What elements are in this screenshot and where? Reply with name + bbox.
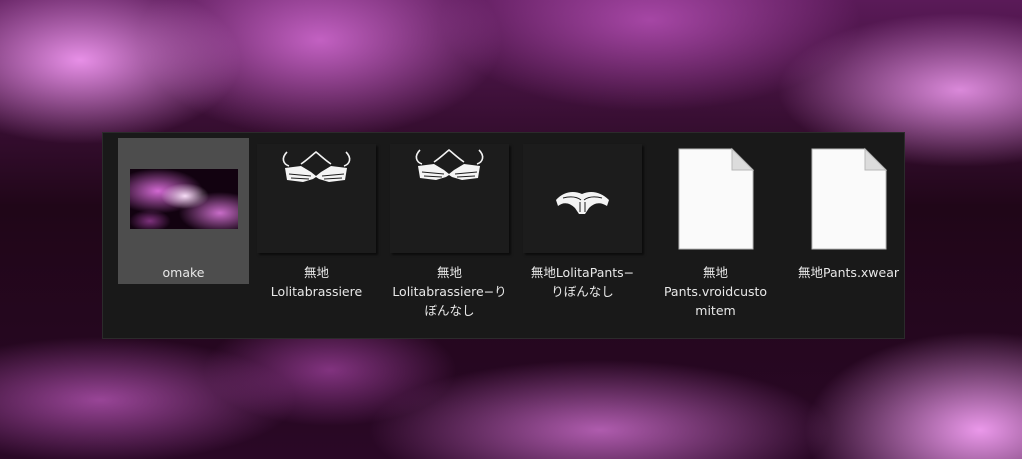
document-icon xyxy=(678,147,754,249)
file-item-label: 無地Pants.xwear xyxy=(797,265,900,280)
file-item-omake-folder[interactable]: omake xyxy=(118,138,249,284)
folder-thumbnail xyxy=(124,144,243,253)
texture-thumbnail xyxy=(523,144,642,253)
brassiere-thumbnail-icon xyxy=(415,148,484,180)
folder-preview-icon xyxy=(129,168,238,229)
file-item-pants-xwear[interactable]: 無地Pants.xwear xyxy=(783,138,914,334)
file-thumbnail xyxy=(656,144,775,253)
file-thumbnail xyxy=(789,144,908,253)
file-item-label: 無地 Lolitabrassiere−り ぼんなし xyxy=(392,265,507,318)
file-item-pants-vroidcustomitem[interactable]: 無地 Pants.vroidcusto mitem xyxy=(650,138,781,334)
file-item-label: 無地 Pants.vroidcusto mitem xyxy=(663,265,768,318)
texture-thumbnail xyxy=(390,144,509,253)
file-item-label: omake xyxy=(162,265,205,280)
document-icon xyxy=(811,147,887,249)
file-item-label: 無地 Lolitabrassiere xyxy=(270,265,363,299)
file-item-lolitabrassiere-noribbon[interactable]: 無地 Lolitabrassiere−り ぼんなし xyxy=(384,138,515,334)
brassiere-thumbnail-icon xyxy=(282,150,351,182)
pants-thumbnail-icon xyxy=(556,192,609,214)
texture-thumbnail xyxy=(257,144,376,253)
file-item-lolitapants-noribbon[interactable]: 無地LolitaPants− りぼんなし xyxy=(517,138,648,334)
file-explorer-view: omake 無地 Lolitabrassiere 無地 Lolitabrassi… xyxy=(102,132,905,339)
file-item-lolitabrassiere[interactable]: 無地 Lolitabrassiere xyxy=(251,138,382,334)
file-item-label: 無地LolitaPants− りぼんなし xyxy=(530,265,635,299)
